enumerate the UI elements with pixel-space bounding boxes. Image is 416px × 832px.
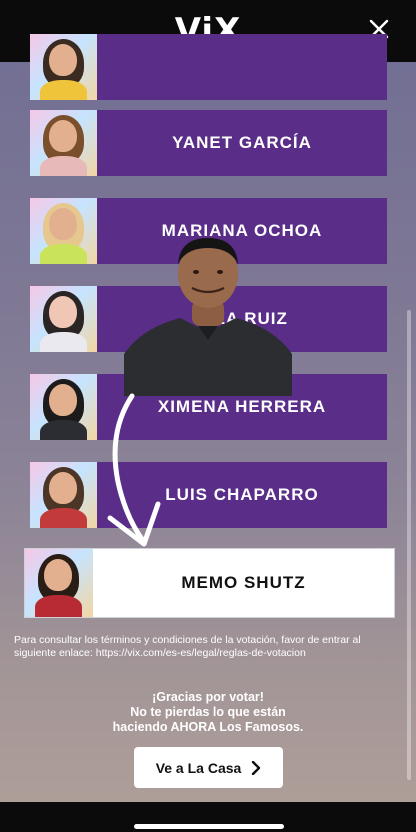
candidate-name: YANET GARCÍA <box>97 110 387 176</box>
candidate-photo <box>30 286 97 352</box>
candidate-photo <box>30 462 97 528</box>
go-to-house-button[interactable]: Ve a La Casa <box>134 747 283 788</box>
candidate-photo <box>25 549 93 617</box>
candidate-card[interactable]: LUIS CHAPARRO <box>30 462 387 528</box>
arrow-icon <box>104 392 164 550</box>
candidate-photo <box>30 374 97 440</box>
candidate-name: MEMO SHUTZ <box>93 549 394 617</box>
app-screen: ViX YANET GARCÍA MARIANA OCHOA A ZA RUIZ… <box>0 0 416 832</box>
candidate-name <box>97 34 387 100</box>
voting-terms-text: Para consultar los términos y condicione… <box>14 634 361 659</box>
candidate-card[interactable]: YANET GARCÍA <box>30 110 387 176</box>
thanks-line-1: ¡Gracias por votar! <box>152 690 264 704</box>
candidate-card-selected[interactable]: MEMO SHUTZ <box>24 548 395 618</box>
home-indicator[interactable] <box>134 824 284 829</box>
candidate-photo <box>30 198 97 264</box>
go-to-house-label: Ve a La Casa <box>155 759 242 776</box>
candidate-photo <box>30 34 97 100</box>
overlay-person-image <box>124 236 292 396</box>
thanks-line-3: haciendo AHORA Los Famosos. <box>112 720 304 734</box>
candidate-card[interactable] <box>30 34 387 100</box>
thanks-message: ¡Gracias por votar! No te pierdas lo que… <box>0 690 416 735</box>
candidate-photo <box>30 110 97 176</box>
chevron-right-icon <box>252 760 261 775</box>
thanks-line-2: No te pierdas lo que están <box>130 705 286 719</box>
